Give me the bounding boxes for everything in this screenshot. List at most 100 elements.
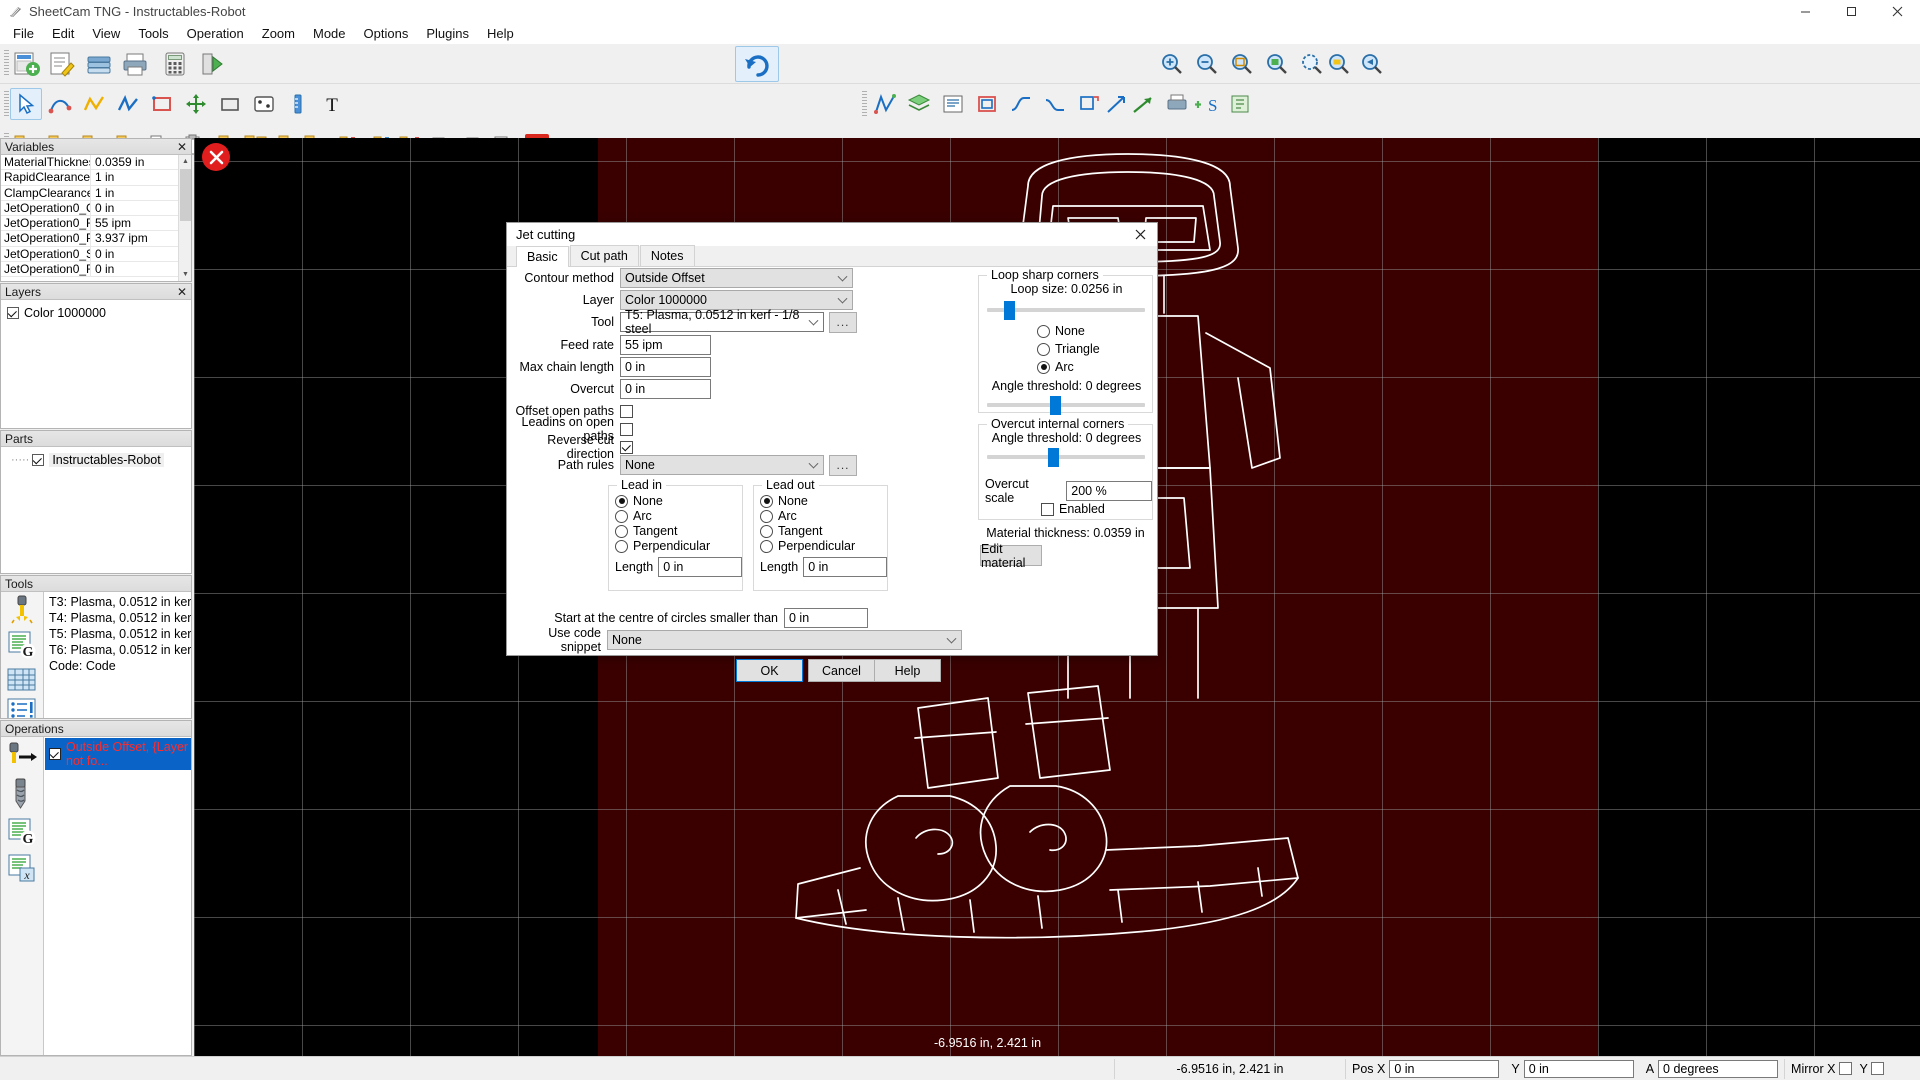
gcode-operation-icon[interactable]: G bbox=[1, 811, 43, 847]
print-icon[interactable] bbox=[118, 48, 152, 80]
overcut-enabled-checkbox[interactable] bbox=[1041, 502, 1054, 516]
table-row[interactable]: ClampClearanceHeig 1 in bbox=[1, 185, 191, 201]
operations-list[interactable]: Outside Offset, {Layer not fo... bbox=[45, 737, 191, 1055]
notes-operation-icon[interactable] bbox=[937, 88, 969, 120]
table-row[interactable]: MaterialThickness 0.0359 in bbox=[1, 155, 191, 171]
pos-y-input[interactable]: 0 in bbox=[1523, 1059, 1634, 1078]
tool-browse-button[interactable]: ... bbox=[829, 311, 857, 333]
jet-cut-operation-icon[interactable] bbox=[1, 737, 43, 775]
table-row[interactable]: JetOperation0_StartD 0 in bbox=[1, 246, 191, 263]
reverse-cut-direction-checkbox[interactable] bbox=[620, 440, 633, 454]
path-rules-select[interactable]: None bbox=[620, 455, 824, 475]
overcut-angle-threshold-slider[interactable] bbox=[987, 448, 1145, 467]
overcut-enabled-row[interactable]: Enabled bbox=[1041, 502, 1105, 516]
cancel-button[interactable]: Cancel bbox=[808, 659, 875, 682]
contour-method-select[interactable]: Outside Offset bbox=[620, 268, 853, 288]
polyline-icon[interactable] bbox=[78, 88, 110, 120]
loop-size-slider[interactable] bbox=[987, 301, 1145, 320]
layers-list[interactable]: Color 1000000 bbox=[1, 300, 191, 428]
list-item[interactable]: T4: Plasma, 0.0512 in kerf bbox=[45, 610, 191, 626]
variables-panel-close-icon[interactable]: ✕ bbox=[177, 141, 187, 153]
operations-toolbar-gripper[interactable] bbox=[862, 91, 867, 117]
polyline-alt-icon[interactable] bbox=[112, 88, 144, 120]
scroll-up-icon[interactable]: ▲ bbox=[179, 155, 191, 168]
calculator-icon[interactable] bbox=[158, 48, 192, 80]
table-row[interactable]: JetOperation0_Finish 0 in bbox=[1, 262, 191, 278]
menu-item-tools[interactable]: Tools bbox=[129, 24, 177, 43]
run-icon[interactable] bbox=[194, 48, 228, 80]
tab-cut-path[interactable]: Cut path bbox=[569, 245, 639, 266]
tool-select[interactable]: T5: Plasma, 0.0512 in kerf - 1/8 steel bbox=[620, 308, 824, 336]
list-item[interactable]: T5: Plasma, 0.0512 in kerf - 1/8 s... bbox=[45, 626, 191, 642]
new-tool-icon[interactable] bbox=[1, 592, 43, 628]
overcut-scale-input[interactable]: 200 % bbox=[1066, 481, 1152, 501]
tool-table-icon[interactable] bbox=[1, 660, 43, 692]
leadins-on-open-paths-checkbox[interactable] bbox=[620, 422, 633, 436]
gcode-tool-icon[interactable]: G bbox=[1, 628, 43, 660]
lead-out-option-arc[interactable]: Arc bbox=[760, 509, 887, 523]
rectangle-path-icon[interactable] bbox=[146, 88, 178, 120]
scroll-down-icon[interactable]: ▼ bbox=[179, 268, 191, 281]
maximize-button[interactable] bbox=[1828, 0, 1874, 22]
variables-scrollbar[interactable]: ▲ ▼ bbox=[178, 155, 191, 281]
select-arrow-icon[interactable] bbox=[10, 88, 42, 120]
mirror-y-checkbox[interactable] bbox=[1870, 1062, 1884, 1075]
script-operation-icon[interactable]: x bbox=[1, 847, 43, 883]
loop-option-none[interactable]: None bbox=[1037, 324, 1100, 338]
start-at-centre-input[interactable]: 0 in bbox=[784, 608, 868, 628]
lead-in-option-none[interactable]: None bbox=[615, 494, 742, 508]
zoom-out-icon[interactable] bbox=[1190, 48, 1224, 80]
table-row[interactable]: JetOperation0_Plung 3.937 ipm bbox=[1, 231, 191, 247]
edit-material-button[interactable]: Edit material bbox=[980, 542, 1042, 570]
max-chain-length-input[interactable]: 0 in bbox=[620, 357, 711, 377]
list-item[interactable]: T3: Plasma, 0.0512 in kerf - 18g ... bbox=[45, 594, 191, 610]
lead-out-arc-icon[interactable] bbox=[1039, 88, 1071, 120]
zoom-part-icon[interactable] bbox=[1322, 48, 1356, 80]
lead-out-option-perpendicular[interactable]: Perpendicular bbox=[760, 539, 887, 553]
ok-button[interactable]: OK bbox=[736, 659, 803, 682]
layer-select[interactable]: Color 1000000 bbox=[620, 290, 853, 310]
table-row[interactable]: JetOperation0_FeedR 55 ipm bbox=[1, 216, 191, 232]
offset-open-paths-checkbox[interactable] bbox=[620, 404, 633, 418]
list-item[interactable]: Color 1000000 bbox=[1, 304, 191, 322]
layers-panel-close-icon[interactable]: ✕ bbox=[177, 286, 187, 298]
menu-item-view[interactable]: View bbox=[83, 24, 129, 43]
menu-item-zoom[interactable]: Zoom bbox=[253, 24, 304, 43]
lead-in-option-tangent[interactable]: Tangent bbox=[615, 524, 742, 538]
add-snippet-icon[interactable]: S bbox=[1190, 88, 1222, 120]
menu-item-edit[interactable]: Edit bbox=[43, 24, 83, 43]
layer-checkbox[interactable] bbox=[7, 307, 19, 319]
menu-item-mode[interactable]: Mode bbox=[304, 24, 355, 43]
drill-operation-icon[interactable] bbox=[1, 775, 43, 811]
scrollbar-thumb[interactable] bbox=[180, 169, 191, 221]
help-button[interactable]: Help bbox=[874, 659, 941, 682]
zoom-fit-icon[interactable] bbox=[1225, 48, 1259, 80]
dialog-close-icon[interactable] bbox=[1123, 223, 1157, 246]
variables-grid[interactable]: MaterialThickness 0.0359 in RapidClearanc… bbox=[1, 155, 191, 281]
post-processor-icon[interactable] bbox=[82, 48, 116, 80]
lead-in-option-arc[interactable]: Arc bbox=[615, 509, 742, 523]
slider-thumb[interactable] bbox=[1004, 301, 1015, 320]
tool-list-icon[interactable] bbox=[1, 692, 43, 718]
snap-icon[interactable] bbox=[44, 88, 76, 120]
parts-list[interactable]: ····· Instructables-Robot bbox=[1, 447, 191, 573]
edit-job-icon[interactable] bbox=[46, 48, 80, 80]
nest-icon[interactable] bbox=[248, 88, 280, 120]
operation-checkbox[interactable] bbox=[49, 748, 61, 760]
zoom-selection-icon[interactable] bbox=[1260, 48, 1294, 80]
lead-in-length-input[interactable]: 0 in bbox=[658, 557, 742, 577]
overcut-input[interactable]: 0 in bbox=[620, 379, 711, 399]
lead-in-arc-icon[interactable] bbox=[1005, 88, 1037, 120]
note-add-icon[interactable] bbox=[1224, 88, 1256, 120]
list-item[interactable]: T6: Plasma, 0.0512 in kerf -20g s... bbox=[45, 642, 191, 658]
draw-toolbar-gripper[interactable] bbox=[4, 91, 9, 117]
undo-icon[interactable] bbox=[735, 46, 779, 82]
list-item[interactable]: ····· Instructables-Robot bbox=[1, 451, 191, 469]
post-process-icon[interactable] bbox=[1161, 88, 1193, 120]
zoom-previous-icon[interactable] bbox=[1355, 48, 1389, 80]
lead-out-length-input[interactable]: 0 in bbox=[803, 557, 887, 577]
table-row[interactable]: RapidClearance 1 in bbox=[1, 170, 191, 186]
lead-out-option-tangent[interactable]: Tangent bbox=[760, 524, 887, 538]
feed-rate-input[interactable]: 55 ipm bbox=[620, 335, 711, 355]
part-checkbox[interactable] bbox=[32, 454, 45, 466]
